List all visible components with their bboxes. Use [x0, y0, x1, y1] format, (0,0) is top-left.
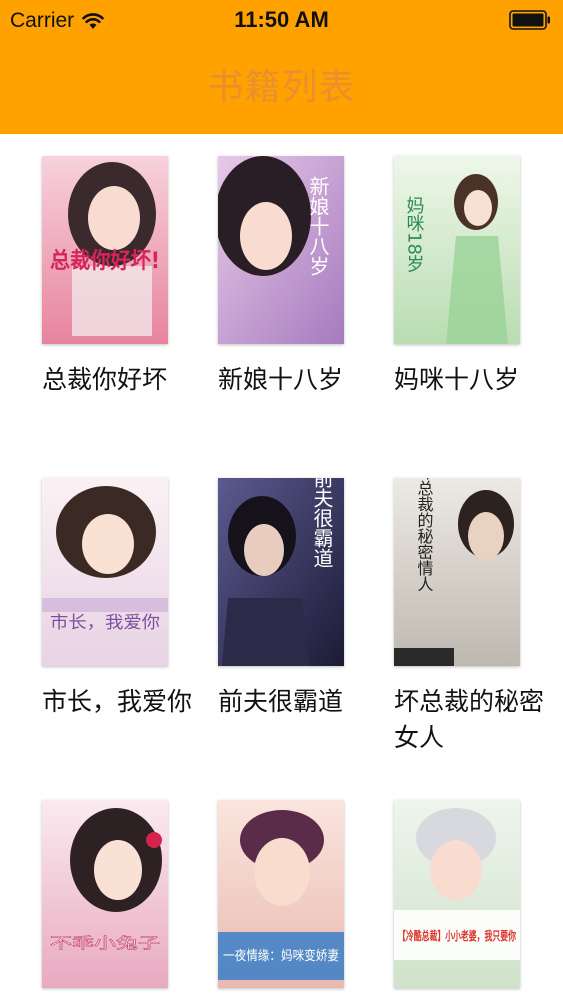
- book-title: 市长，我爱你: [42, 687, 193, 716]
- book-cover[interactable]: 市长，我爱你: [42, 478, 168, 666]
- cover-illustration: 总裁你好坏!: [42, 156, 168, 344]
- navigation-bar: 书籍列表: [0, 44, 563, 134]
- page-title: 书籍列表: [207, 67, 356, 108]
- cover-illustration: 不乖小兔子: [42, 800, 168, 988]
- cover-title-text: 妈咪18岁: [404, 196, 425, 273]
- cover-title-text: 总裁你好坏!: [50, 248, 160, 274]
- book-cover[interactable]: 新娘十八岁: [218, 156, 344, 344]
- book-title: 坏总裁的秘密女人: [394, 687, 545, 752]
- status-bar: Carrier 11:50 AM: [0, 0, 563, 44]
- cover-illustration: 妈咪18岁: [394, 156, 520, 344]
- cover-illustration: 市长，我爱你: [42, 478, 168, 666]
- book-title: 新娘十八岁: [218, 365, 344, 394]
- book-cover[interactable]: 【冷酷总裁】小小老婆，我只要你: [394, 800, 520, 988]
- cover-illustration: 新娘十八岁: [218, 156, 344, 344]
- cover-title-text: 新娘十八岁: [306, 176, 330, 276]
- book-cover[interactable]: 一夜情缘：妈咪变娇妻: [218, 800, 344, 988]
- cover-illustration: 坏总裁的秘密情人: [394, 478, 520, 666]
- book-cover[interactable]: 前夫很霸道: [218, 478, 344, 666]
- status-time: 11:50 AM: [234, 7, 329, 32]
- book-cover[interactable]: 总裁你好坏!: [42, 156, 168, 344]
- cover-illustration: 一夜情缘：妈咪变娇妻: [218, 800, 344, 988]
- cover-title-text: 坏总裁的秘密情人: [415, 478, 434, 592]
- cover-illustration: 前夫很霸道: [218, 478, 344, 666]
- cover-title-text: 前夫很霸道: [310, 478, 334, 568]
- cover-title-text: 【冷酷总裁】小小老婆，我只要你: [398, 928, 516, 943]
- book-cover[interactable]: 妈咪18岁: [394, 156, 520, 344]
- book-title: 总裁你好坏: [42, 365, 168, 394]
- book-title: 前夫很霸道: [218, 687, 344, 716]
- cover-title-text: 不乖小兔子: [50, 934, 160, 952]
- cover-title-text: 市长，我爱你: [50, 613, 160, 633]
- battery-full-icon: [509, 10, 550, 30]
- book-title: 妈咪十八岁: [394, 365, 520, 394]
- book-cover[interactable]: 坏总裁的秘密情人: [394, 478, 520, 666]
- cover-title-text: 一夜情缘：妈咪变娇妻: [223, 948, 339, 964]
- cover-illustration: 【冷酷总裁】小小老婆，我只要你: [394, 800, 520, 988]
- book-cover[interactable]: 不乖小兔子: [42, 800, 168, 988]
